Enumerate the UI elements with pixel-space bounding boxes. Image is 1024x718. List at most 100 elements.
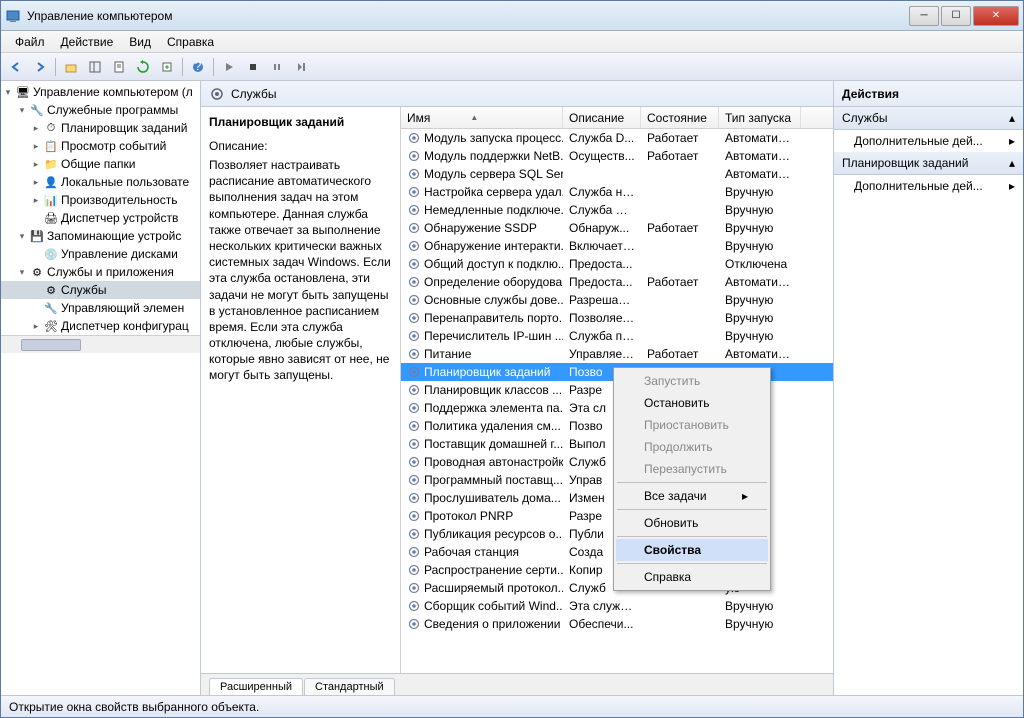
back-button[interactable] [5, 56, 27, 78]
service-desc: Служба на... [563, 185, 641, 199]
service-row[interactable]: Модуль сервера SQL Ser...Автоматиче... [401, 165, 833, 183]
services-header-text: Службы [231, 87, 276, 101]
help-button[interactable]: ? [187, 56, 209, 78]
service-name: Проводная автонастройка [424, 455, 563, 469]
tree-expand-icon[interactable]: ▸ [31, 321, 41, 332]
ctx-stop[interactable]: Остановить [616, 392, 768, 414]
service-row[interactable]: Настройка сервера удал...Служба на...Вру… [401, 183, 833, 201]
actions-more-2[interactable]: Дополнительные дей...▸ [834, 175, 1023, 197]
refresh-button[interactable] [132, 56, 154, 78]
tree-item[interactable]: ▾⚙Службы и приложения [1, 263, 200, 281]
service-row[interactable]: Модуль запуска процесс...Служба D...Рабо… [401, 129, 833, 147]
export-button[interactable] [156, 56, 178, 78]
service-name: Обнаружение интеракти... [424, 239, 563, 253]
tree-node-icon: 🛠 [43, 318, 59, 334]
col-desc[interactable]: Описание [563, 107, 641, 128]
service-name: Публикация ресурсов о... [424, 527, 563, 541]
tab-standard[interactable]: Стандартный [304, 678, 395, 695]
tree-expand-icon[interactable]: ▾ [3, 87, 13, 98]
tree-item[interactable]: ▸⏱Планировщик заданий [1, 119, 200, 137]
tree-label: Диспетчер конфигурац [61, 319, 189, 333]
pause-button[interactable] [266, 56, 288, 78]
properties-button[interactable] [108, 56, 130, 78]
tree-node-icon: 👤 [43, 174, 59, 190]
tree-expand-icon[interactable]: ▾ [17, 105, 27, 116]
service-row[interactable]: Обнаружение SSDPОбнаруж...РаботаетВручну… [401, 219, 833, 237]
tree-item[interactable]: ▾💾Запоминающие устройс [1, 227, 200, 245]
actions-more-1[interactable]: Дополнительные дей...▸ [834, 130, 1023, 152]
gear-icon [407, 473, 421, 487]
tree-item[interactable]: ▾🖥Управление компьютером (л [1, 83, 200, 101]
tree-node-icon: 💿 [43, 246, 59, 262]
service-state: Работает [641, 347, 719, 361]
service-row[interactable]: Немедленные подключе...Служба W...Вручну… [401, 201, 833, 219]
tree-expand-icon[interactable]: ▸ [31, 123, 41, 134]
tree-item[interactable]: ▾🔧Служебные программы [1, 101, 200, 119]
service-row[interactable]: Модуль поддержки NetB...Осуществ...Работ… [401, 147, 833, 165]
play-button[interactable] [218, 56, 240, 78]
tree-node-icon: 🖥 [15, 84, 31, 100]
gear-icon [407, 419, 421, 433]
col-start[interactable]: Тип запуска [719, 107, 801, 128]
actions-section-services[interactable]: Службы▴ [834, 107, 1023, 130]
ctx-alltasks[interactable]: Все задачи▸ [616, 485, 768, 507]
tree-expand-icon[interactable]: ▸ [31, 195, 41, 206]
tree-item[interactable]: ▸👤Локальные пользовате [1, 173, 200, 191]
service-start: Вручную [719, 329, 801, 343]
tree-item[interactable]: 💿Управление дисками [1, 245, 200, 263]
service-row[interactable]: Обнаружение интеракти...Включает ...Вруч… [401, 237, 833, 255]
service-name: Немедленные подключе... [424, 203, 563, 217]
show-hide-button[interactable] [84, 56, 106, 78]
toolbar: ? [1, 53, 1023, 81]
col-name[interactable]: Имя▲ [401, 107, 563, 128]
tree-item[interactable]: 🔧Управляющий элемен [1, 299, 200, 317]
tab-extended[interactable]: Расширенный [209, 678, 303, 695]
restart-button[interactable] [290, 56, 312, 78]
up-button[interactable] [60, 56, 82, 78]
service-row[interactable]: Перечислитель IP-шин ...Служба пе...Вруч… [401, 327, 833, 345]
gear-icon [407, 563, 421, 577]
tree-expand-icon[interactable]: ▾ [17, 231, 27, 242]
actions-section-scheduler[interactable]: Планировщик заданий▴ [834, 152, 1023, 175]
service-row[interactable]: ПитаниеУправляет ...РаботаетАвтоматиче..… [401, 345, 833, 363]
menu-help[interactable]: Справка [159, 33, 222, 51]
ctx-separator [617, 509, 767, 510]
maximize-button[interactable]: ☐ [941, 6, 971, 26]
service-row[interactable]: Сборщик событий Wind...Эта служб...Вручн… [401, 597, 833, 615]
tree-item[interactable]: ▸📁Общие папки [1, 155, 200, 173]
menu-view[interactable]: Вид [121, 33, 159, 51]
stop-button[interactable] [242, 56, 264, 78]
menu-action[interactable]: Действие [53, 33, 122, 51]
gear-icon [407, 509, 421, 523]
tree-item[interactable]: 🖨Диспетчер устройств [1, 209, 200, 227]
close-button[interactable]: ✕ [973, 6, 1019, 26]
service-row[interactable]: Сведения о приложенииОбеспечи...Вручную [401, 615, 833, 633]
tree-label: Управляющий элемен [61, 301, 184, 315]
service-name: Модуль поддержки NetB... [424, 149, 563, 163]
service-row[interactable]: Основные службы дове...Разрешает ...Вруч… [401, 291, 833, 309]
minimize-button[interactable]: ─ [909, 6, 939, 26]
service-row[interactable]: Общий доступ к подклю...Предоста...Отклю… [401, 255, 833, 273]
tree-scrollbar[interactable] [1, 335, 200, 353]
tree-item[interactable]: ▸📋Просмотр событий [1, 137, 200, 155]
tree-label: Просмотр событий [61, 139, 166, 153]
tree-item[interactable]: ⚙Службы [1, 281, 200, 299]
ctx-refresh[interactable]: Обновить [616, 512, 768, 534]
tree-label: Общие папки [61, 157, 135, 171]
services-header: Службы [201, 81, 833, 107]
menu-file[interactable]: Файл [7, 33, 53, 51]
col-state[interactable]: Состояние [641, 107, 719, 128]
gear-icon [407, 257, 421, 271]
tree-expand-icon[interactable]: ▸ [31, 141, 41, 152]
list-header: Имя▲ Описание Состояние Тип запуска [401, 107, 833, 129]
service-row[interactable]: Определение оборудова...Предоста...Работ… [401, 273, 833, 291]
service-row[interactable]: Перенаправитель порто...Позволяет...Вруч… [401, 309, 833, 327]
ctx-properties[interactable]: Свойства [616, 539, 768, 561]
ctx-help[interactable]: Справка [616, 566, 768, 588]
forward-button[interactable] [29, 56, 51, 78]
tree-expand-icon[interactable]: ▾ [17, 267, 27, 278]
tree-item[interactable]: ▸🛠Диспетчер конфигурац [1, 317, 200, 335]
tree-expand-icon[interactable]: ▸ [31, 159, 41, 170]
tree-item[interactable]: ▸📊Производительность [1, 191, 200, 209]
tree-expand-icon[interactable]: ▸ [31, 177, 41, 188]
